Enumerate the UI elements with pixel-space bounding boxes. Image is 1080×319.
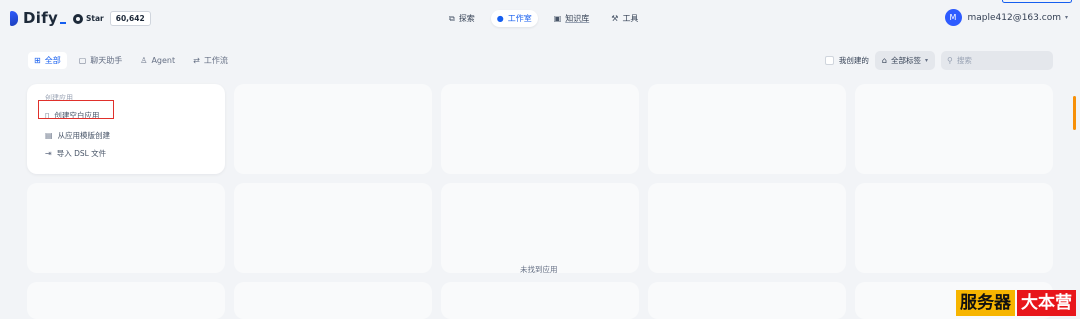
- app-card-placeholder: [234, 183, 432, 273]
- user-email: maple412@163.com: [967, 12, 1061, 23]
- template-icon: ▤: [45, 131, 53, 140]
- nav-studio-label: 工作室: [507, 14, 532, 23]
- tag-icon: ⌂: [881, 56, 887, 65]
- app-card-placeholder: [441, 183, 639, 273]
- create-from-template-label: 从应用模版创建: [57, 131, 111, 140]
- tab-chat-assistant[interactable]: ▢ 聊天助手: [73, 52, 129, 69]
- workflow-icon: ⇄: [193, 56, 200, 65]
- tab-workflow-label: 工作流: [203, 56, 228, 65]
- app-card-placeholder: [27, 183, 225, 273]
- watermark-part-b: 大本营: [1017, 290, 1076, 316]
- nav-knowledge[interactable]: ▣ 知识库: [548, 10, 596, 27]
- top-header: Dify Star 60,642 ⧉ 探索 ● 工作室 ▣ 知识库 ⚒ 工具 M…: [0, 0, 1080, 38]
- app-card-placeholder: [648, 84, 846, 174]
- tab-all-label: 全部: [44, 56, 61, 65]
- tag-filter-label: 全部标签: [890, 56, 921, 65]
- import-dsl-label: 导入 DSL 文件: [56, 149, 107, 158]
- scrollbar-thumb[interactable]: [1073, 96, 1076, 130]
- star-count: 60,642: [109, 11, 151, 26]
- robot-icon: ●: [496, 14, 504, 23]
- chevron-down-icon: ▾: [924, 57, 928, 64]
- watermark-part-a: 服务器: [956, 290, 1015, 316]
- search-box[interactable]: ⚲: [941, 51, 1053, 70]
- user-menu[interactable]: M maple412@163.com ▾: [944, 9, 1068, 26]
- tab-agent-label: Agent: [151, 56, 176, 65]
- compass-icon: ⧉: [449, 13, 455, 23]
- app-card-placeholder: [441, 282, 639, 319]
- dify-logo[interactable]: Dify: [10, 9, 67, 27]
- nav-tools-label: 工具: [622, 14, 639, 23]
- tab-chat-label: 聊天助手: [90, 56, 123, 65]
- chevron-down-icon: ▾: [1064, 14, 1068, 21]
- logo-mark-icon: [10, 10, 18, 26]
- tag-filter-dropdown[interactable]: ⌂ 全部标签 ▾: [874, 51, 935, 70]
- tab-all[interactable]: ⊞ 全部: [28, 52, 67, 69]
- created-by-me-checkbox[interactable]: [824, 56, 834, 65]
- annotation-highlight-box: [38, 100, 114, 119]
- top-edge-decoration: [1002, 0, 1072, 3]
- app-card-placeholder: [648, 183, 846, 273]
- app-card-placeholder: [855, 84, 1053, 174]
- created-by-me-label: 我创建的: [838, 56, 869, 65]
- github-star-button[interactable]: Star 60,642: [73, 11, 151, 26]
- app-card-placeholder: [855, 183, 1053, 273]
- app-card-placeholder: [234, 282, 432, 319]
- app-card-placeholder: [234, 84, 432, 174]
- book-icon: ▣: [553, 14, 562, 23]
- created-by-me-toggle[interactable]: 我创建的: [824, 55, 869, 66]
- create-from-template-button[interactable]: ▤ 从应用模版创建: [45, 130, 110, 141]
- import-icon: ⇥: [45, 149, 52, 158]
- nav-studio[interactable]: ● 工作室: [490, 10, 538, 27]
- github-icon: [73, 13, 83, 24]
- watermark-logo: 服务器 大本营: [956, 290, 1076, 316]
- avatar: M: [944, 9, 962, 26]
- empty-state-message: 未找到应用: [520, 265, 558, 274]
- tab-workflow[interactable]: ⇄ 工作流: [187, 52, 234, 69]
- hammer-icon: ⚒: [611, 14, 619, 23]
- nav-tools[interactable]: ⚒ 工具: [605, 10, 644, 27]
- filter-controls: 我创建的 ⌂ 全部标签 ▾ ⚲: [824, 51, 1053, 70]
- app-card-placeholder: [441, 84, 639, 174]
- nav-explore[interactable]: ⧉ 探索: [443, 10, 481, 27]
- search-icon: ⚲: [947, 56, 953, 65]
- create-app-card: 创建应用 ▯ 创建空白应用 ▤ 从应用模版创建 ⇥ 导入 DSL 文件: [27, 84, 225, 174]
- tab-agent[interactable]: ♙ Agent: [134, 52, 181, 69]
- main-nav: ⧉ 探索 ● 工作室 ▣ 知识库 ⚒ 工具: [443, 10, 644, 27]
- app-card-placeholder: [27, 282, 225, 319]
- grid-icon: ⊞: [34, 56, 41, 65]
- logo-text: Dify: [23, 9, 59, 27]
- chat-icon: ▢: [78, 56, 87, 65]
- agent-icon: ♙: [140, 56, 148, 65]
- search-input[interactable]: [956, 56, 1037, 65]
- logo-cursor-icon: [60, 21, 67, 24]
- star-label: Star: [86, 14, 104, 23]
- nav-knowledge-label: 知识库: [565, 14, 590, 23]
- nav-explore-label: 探索: [458, 14, 475, 23]
- app-card-placeholder: [648, 282, 846, 319]
- app-type-tabs: ⊞ 全部 ▢ 聊天助手 ♙ Agent ⇄ 工作流: [28, 52, 234, 69]
- import-dsl-button[interactable]: ⇥ 导入 DSL 文件: [45, 148, 106, 159]
